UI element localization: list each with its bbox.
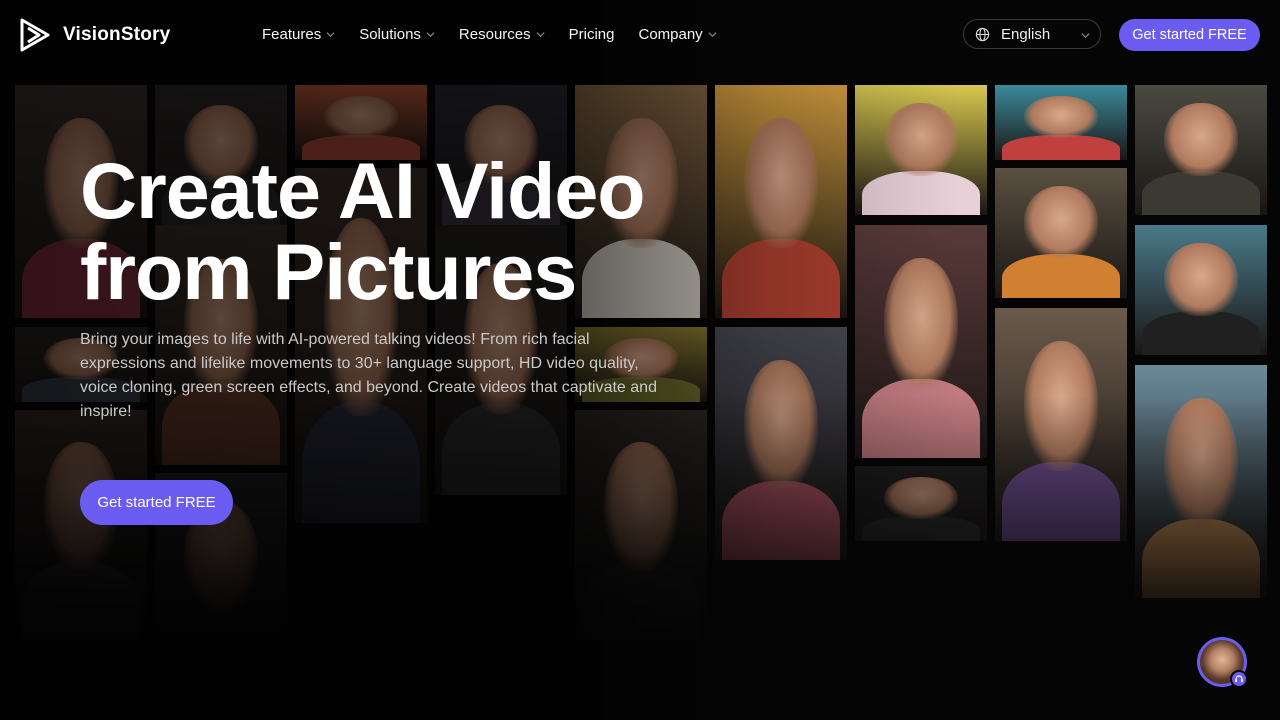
portrait-face <box>744 117 818 249</box>
language-value: English <box>1001 25 1051 43</box>
globe-icon <box>975 27 990 41</box>
nav-company[interactable]: Company <box>638 26 717 43</box>
support-chat-button[interactable] <box>1197 637 1248 688</box>
portrait-tile <box>1135 85 1267 215</box>
portrait-body <box>861 515 981 541</box>
get-started-nav-button[interactable]: Get started FREE <box>1119 19 1260 51</box>
portrait-face <box>744 359 818 491</box>
language-select[interactable]: English <box>963 19 1101 49</box>
portrait-face <box>884 476 958 519</box>
get-started-hero-button[interactable]: Get started FREE <box>80 480 233 525</box>
chevron-down-icon <box>1081 33 1090 39</box>
chevron-down-icon <box>326 32 335 38</box>
portrait-face <box>1164 243 1238 316</box>
hero-title-line-2: from Pictures <box>80 227 577 316</box>
portrait-tile <box>995 308 1127 541</box>
portrait-body <box>161 605 281 673</box>
headset-icon <box>1235 675 1243 683</box>
top-nav: VisionStory Features Solutions Resources… <box>0 0 1280 70</box>
portrait-body <box>861 170 981 215</box>
portrait-face <box>1024 95 1098 138</box>
nav-features-label: Features <box>262 26 322 43</box>
nav-pricing[interactable]: Pricing <box>569 26 615 43</box>
chevron-down-icon <box>536 32 545 38</box>
portrait-body <box>581 561 701 640</box>
hero-title: Create AI Video from Pictures <box>80 146 646 316</box>
portrait-face <box>884 103 958 176</box>
chevron-down-icon <box>426 32 435 38</box>
brand-name: VisionStory <box>63 24 171 45</box>
portrait-body <box>1001 134 1121 160</box>
headset-badge <box>1230 670 1248 688</box>
portrait-face <box>604 442 678 571</box>
portrait-tile <box>995 168 1127 298</box>
portrait-tile <box>855 225 987 458</box>
portrait-body <box>1141 170 1261 215</box>
hero-title-line-1: Create AI Video <box>80 146 646 235</box>
portrait-tile <box>1135 225 1267 355</box>
portrait-tile <box>855 466 987 541</box>
portrait-face <box>324 95 398 138</box>
chevron-down-icon <box>708 32 717 38</box>
play-logo-icon <box>20 18 50 52</box>
portrait-face <box>1164 397 1238 529</box>
portrait-tile <box>995 85 1127 160</box>
nav-pricing-label: Pricing <box>568 26 615 43</box>
portrait-body <box>1001 461 1121 541</box>
portrait-body <box>1141 310 1261 355</box>
portrait-tile <box>715 85 847 318</box>
nav-resources[interactable]: Resources <box>459 26 545 43</box>
portrait-body <box>861 378 981 458</box>
portrait-body <box>721 238 841 318</box>
portrait-body <box>721 480 841 560</box>
portrait-face <box>1024 186 1098 259</box>
portrait-face <box>1024 340 1098 472</box>
nav-solutions-label: Solutions <box>359 26 421 43</box>
nav-solutions[interactable]: Solutions <box>359 26 435 43</box>
main-menu: Features Solutions Resources Pricing Com… <box>262 26 741 43</box>
nav-resources-label: Resources <box>458 26 531 43</box>
brand-logo[interactable]: VisionStory <box>20 18 170 52</box>
portrait-tile <box>575 410 707 640</box>
nav-company-label: Company <box>638 26 703 43</box>
portrait-tile <box>855 85 987 215</box>
hero-subtitle: Bring your images to life with AI-powere… <box>80 331 657 420</box>
portrait-face <box>1164 103 1238 176</box>
portrait-face <box>884 257 958 389</box>
portrait-tile <box>1135 365 1267 598</box>
portrait-tile <box>715 327 847 560</box>
portrait-body <box>1001 253 1121 298</box>
portrait-body <box>21 561 141 640</box>
portrait-body <box>1141 518 1261 598</box>
portrait-tile <box>15 410 147 640</box>
nav-features[interactable]: Features <box>262 26 335 43</box>
